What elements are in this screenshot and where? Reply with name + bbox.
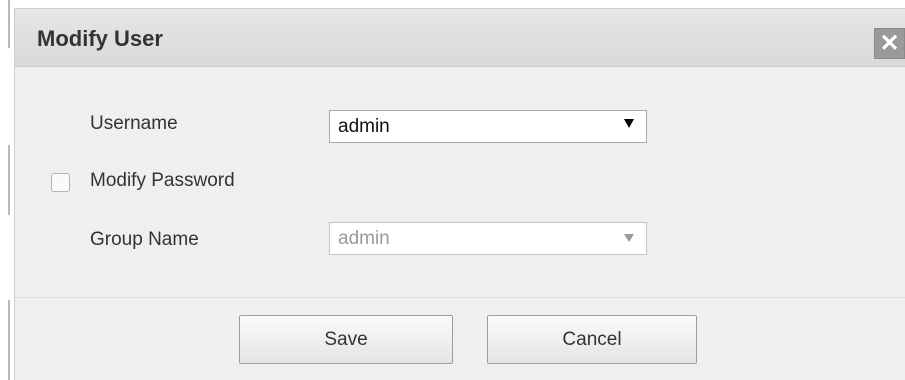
- chevron-down-icon: [624, 234, 634, 242]
- edge-divider: [8, 145, 10, 215]
- edge-divider: [8, 300, 10, 380]
- dialog-title: Modify User: [37, 26, 163, 51]
- group-name-select: admin: [329, 222, 647, 255]
- username-label: Username: [90, 113, 178, 134]
- modify-user-dialog: Modify User ✕ Username admin Modify Pass…: [14, 8, 905, 380]
- dialog-header: Modify User ✕: [15, 9, 905, 67]
- username-value: admin: [338, 116, 390, 137]
- close-button[interactable]: ✕: [874, 28, 905, 59]
- username-select[interactable]: admin: [329, 110, 647, 143]
- modify-password-checkbox[interactable]: [51, 173, 70, 192]
- edge-divider: [8, 0, 10, 48]
- background-page-edge: [0, 0, 14, 380]
- modify-password-label[interactable]: Modify Password: [90, 170, 235, 192]
- close-icon: ✕: [879, 30, 900, 57]
- footer-divider: [15, 297, 905, 298]
- save-button[interactable]: Save: [239, 315, 453, 364]
- group-name-value: admin: [338, 228, 390, 249]
- cancel-button[interactable]: Cancel: [487, 315, 697, 364]
- group-name-label: Group Name: [90, 229, 199, 250]
- chevron-down-icon: [624, 119, 634, 128]
